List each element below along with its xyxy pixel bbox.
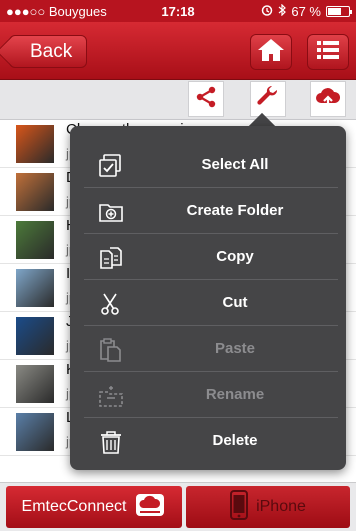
file-thumbnail [16,125,54,163]
trash-icon [98,430,124,454]
file-thumbnail [16,269,54,307]
home-icon [256,37,286,68]
wrench-icon [256,85,280,114]
back-button[interactable]: Back [9,35,88,68]
file-thumbnail [16,173,54,211]
cloud-device-icon [134,491,166,524]
list-menu-icon [317,40,339,65]
create-folder-icon [98,200,124,224]
battery-icon [326,5,352,17]
menu-item-label: Rename [205,386,265,403]
upload-button[interactable] [310,81,346,117]
list-menu-button[interactable] [307,34,349,70]
menu-item-delete[interactable]: Delete [70,418,346,464]
bottom-tab-bar: EmtecConnect iPhone [0,482,356,531]
tab-label: iPhone [256,498,306,515]
file-thumbnail [16,221,54,259]
navigation-bar: Back [0,22,356,80]
cloud-upload-icon [314,85,342,114]
tab-label: EmtecConnect [21,498,127,515]
status-bar: ●●●○○ Bouygues 17:18 67 % [0,0,356,22]
menu-item-rename[interactable]: Rename [70,372,346,418]
menu-item-label: Copy [216,248,254,265]
scissors-icon [98,292,124,316]
carrier-label: ●●●○○ Bouygues [6,3,107,19]
copy-icon [98,246,124,270]
tools-button[interactable] [250,81,286,117]
menu-item-copy[interactable]: Copy [70,234,346,280]
select-all-icon [98,154,124,178]
alarm-icon [261,4,273,19]
share-icon [194,85,218,114]
bluetooth-icon [278,3,287,19]
file-thumbnail [16,413,54,451]
menu-item-paste[interactable]: Paste [70,326,346,372]
menu-item-label: Cut [222,294,248,311]
tools-popup-menu: Select All Create Folder Copy Cut Paste … [70,126,346,470]
menu-item-create-folder[interactable]: Create Folder [70,188,346,234]
rename-icon [98,384,124,408]
phone-icon [230,489,249,525]
menu-item-label: Create Folder [186,202,284,219]
menu-item-label: Select All [201,156,269,173]
file-thumbnail [16,365,54,403]
back-label: Back [30,41,73,62]
toolbar [0,80,356,120]
home-button[interactable] [250,34,292,70]
battery-percent: 67 % [291,3,321,19]
tab-emtecconnect[interactable]: EmtecConnect [6,486,182,528]
share-button[interactable] [188,81,224,117]
menu-item-label: Paste [214,340,256,357]
menu-item-select-all[interactable]: Select All [70,142,346,188]
menu-item-cut[interactable]: Cut [70,280,346,326]
file-thumbnail [16,317,54,355]
tab-iphone[interactable]: iPhone [186,486,350,528]
menu-item-label: Delete [212,432,258,449]
paste-icon [98,338,124,362]
